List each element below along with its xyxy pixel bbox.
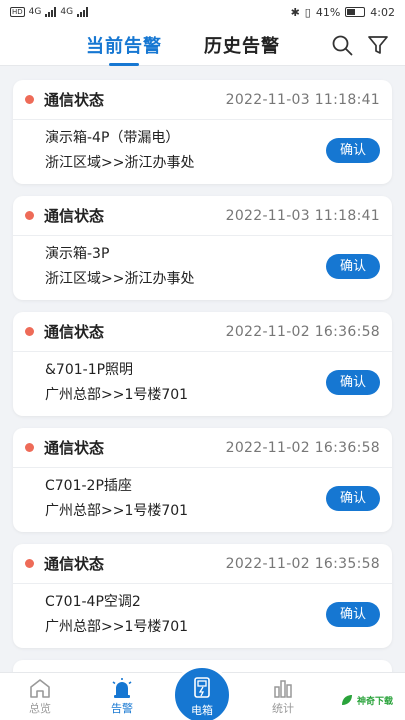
status-bar: HD 4G 4G ✱ ▯ 41% 4:02 [0, 0, 405, 24]
alert-time: 2022-11-02 16:36:58 [225, 323, 380, 340]
alert-card: 通信状态 2022-11-03 11:18:41 演示箱-3P 浙江区域>>浙江… [13, 196, 392, 300]
top-header: 当前告警 历史告警 [0, 24, 405, 66]
alert-card: 通信状态 2022-11-02 16:35:58 C701-4P空调2 广州总部… [13, 544, 392, 648]
nav-overview-label: 总览 [29, 702, 51, 715]
alert-time: 2022-11-03 11:18:41 [225, 207, 380, 224]
alert-dot-icon [25, 443, 34, 452]
alert-card: 通信状态 2022-11-02 16:36:58 &701-1P照明 广州总部>… [13, 312, 392, 416]
alarm-light-icon [112, 678, 132, 698]
alert-status: 通信状态 [44, 207, 105, 225]
search-icon[interactable] [330, 33, 354, 57]
alert-status: 通信状态 [44, 323, 105, 341]
alert-time: 2022-11-02 16:35:58 [225, 555, 380, 572]
watermark: 神奇下载 [340, 693, 393, 707]
hd-badge: HD [10, 7, 25, 17]
confirm-button[interactable]: 确认 [326, 486, 380, 511]
alert-time: 2022-11-03 11:18:41 [225, 91, 380, 108]
nav-alarm-label: 告警 [111, 702, 133, 715]
nav-statistics[interactable]: 统计 [258, 677, 308, 716]
clock: 4:02 [370, 5, 395, 19]
alert-dot-icon [25, 327, 34, 336]
alert-dot-icon [25, 559, 34, 568]
alert-list[interactable]: 通信状态 2022-11-03 11:18:41 演示箱-4P（带漏电） 浙江区… [0, 66, 405, 672]
nav-box-label: 电箱 [191, 704, 213, 717]
alert-card-header: 通信状态 2022-11-03 11:18:41 [13, 196, 392, 236]
status-bar-right: ✱ ▯ 41% 4:02 [291, 6, 395, 19]
alert-card-body: C701-4P空调2 广州总部>>1号楼701 确认 [13, 584, 392, 648]
signal-label-2: 4G [60, 7, 74, 17]
tab-history-alarms[interactable]: 历史告警 [204, 32, 280, 58]
confirm-button[interactable]: 确认 [326, 602, 380, 627]
alert-dot-icon [25, 95, 34, 104]
bar-chart-icon [274, 680, 292, 698]
electric-box-icon [194, 677, 210, 698]
watermark-leaf-icon [342, 695, 352, 705]
confirm-button[interactable]: 确认 [326, 138, 380, 163]
alert-card-body: 演示箱-3P 浙江区域>>浙江办事处 确认 [13, 236, 392, 300]
signal-icon-2 [77, 7, 89, 17]
vibrate-icon: ▯ [304, 5, 311, 19]
nav-overview[interactable]: 总览 [15, 677, 65, 716]
alert-card-body: 演示箱-4P（带漏电） 浙江区域>>浙江办事处 确认 [13, 120, 392, 184]
tab-current-alarms[interactable]: 当前告警 [86, 32, 162, 66]
nav-stats-label: 统计 [272, 702, 294, 715]
home-icon [30, 679, 50, 698]
alert-card-header: 通信状态 2022-11-02 16:36:58 [13, 428, 392, 468]
nav-electric-box[interactable]: 电箱 [172, 665, 232, 720]
alert-time: 2022-11-02 16:36:58 [225, 439, 380, 456]
bluetooth-icon: ✱ [290, 5, 300, 19]
watermark-text: 神奇下载 [357, 696, 394, 707]
alert-status: 通信状态 [44, 91, 105, 109]
confirm-button[interactable]: 确认 [326, 254, 380, 279]
alert-card-body: C701-2P插座 广州总部>>1号楼701 确认 [13, 468, 392, 532]
alert-card: 通信状态 2022-11-02 16:36:58 C701-2P插座 广州总部>… [13, 428, 392, 532]
battery-percent: 41% [315, 5, 341, 19]
battery-icon [345, 7, 366, 17]
signal-label-1: 4G [28, 7, 42, 17]
signal-icon [45, 7, 57, 17]
confirm-button[interactable]: 确认 [326, 370, 380, 395]
alert-card-header: 通信状态 2022-11-02 16:36:58 [13, 312, 392, 352]
filter-icon[interactable] [366, 33, 390, 57]
alert-status: 通信状态 [44, 555, 105, 573]
alert-status: 通信状态 [44, 439, 105, 457]
alert-card-header: 通信状态 2022-11-02 16:35:58 [13, 544, 392, 584]
alert-card: 通信状态 2022-11-03 11:18:41 演示箱-4P（带漏电） 浙江区… [13, 80, 392, 184]
nav-alarm[interactable]: 告警 [97, 677, 147, 716]
status-bar-left: HD 4G 4G [10, 7, 89, 17]
alert-card-header: 通信状态 2022-11-03 11:18:41 [13, 80, 392, 120]
alert-dot-icon [25, 211, 34, 220]
alert-card-body: &701-1P照明 广州总部>>1号楼701 确认 [13, 352, 392, 416]
